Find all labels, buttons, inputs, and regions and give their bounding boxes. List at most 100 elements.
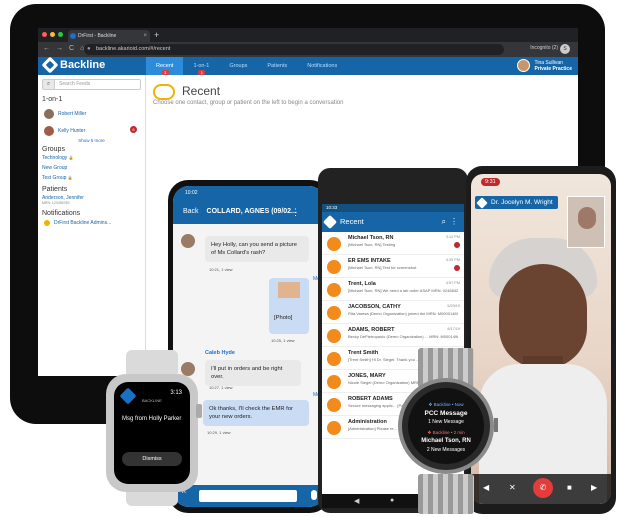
user-menu[interactable]: Tina Sullivan Private Practice <box>517 59 572 72</box>
item-preview: [Michael Tson, RN] Testing <box>348 242 396 247</box>
item-preview: [Michael Tson, RN] We need a lab order A… <box>348 288 458 293</box>
reload-icon[interactable]: C <box>69 45 74 52</box>
back-icon[interactable]: ◀ <box>354 497 359 505</box>
notification-detail: 2 New Messages <box>426 447 466 453</box>
tab-notifications[interactable]: Notifications <box>297 57 347 75</box>
sidebar-item-notification[interactable]: DrFirst Backline Admins... <box>38 217 145 229</box>
tab-patients[interactable]: Patients <box>257 57 297 75</box>
message-input[interactable] <box>199 490 297 502</box>
status-time: 10:33 <box>322 204 464 212</box>
new-tab-button[interactable]: + <box>154 28 159 42</box>
caller-name-badge: Dr. Jocelyn M. Wright <box>475 196 558 209</box>
chat-bubble-icon <box>327 283 341 297</box>
backline-logo-icon <box>119 387 137 405</box>
tab-notifications-label: Notifications <box>307 63 338 69</box>
unread-count-badge: 6 <box>130 126 137 133</box>
show-more-link[interactable]: Show 5 more <box>38 138 145 143</box>
patient-mrn: MRN: 123456789 <box>42 201 70 205</box>
end-call-button[interactable]: ✆ <box>533 478 553 498</box>
digital-crown[interactable] <box>196 404 202 418</box>
lock-icon: 🔒 <box>68 155 74 160</box>
tab-1-on-1[interactable]: 1-on-1 1 <box>183 57 219 75</box>
sun-icon <box>44 220 50 226</box>
watch-time: 3:13 <box>170 390 182 396</box>
tab-groups[interactable]: Groups <box>219 57 257 75</box>
microphone-icon[interactable] <box>311 490 317 500</box>
incognito-label[interactable]: Incognito (2) <box>530 45 558 51</box>
sidebar-item-contact[interactable]: Kelly Hunter 6 <box>38 120 145 137</box>
list-item[interactable]: Trent, Lola [Michael Tson, RN] We need a … <box>322 278 464 301</box>
back-arrow-icon[interactable]: ← <box>43 45 50 52</box>
back-button[interactable]: Back <box>183 208 199 215</box>
search-icon: ⌕ <box>43 80 55 89</box>
camera-icon[interactable]: ▶ <box>591 483 597 492</box>
tab-close-icon[interactable]: × <box>143 30 147 42</box>
item-name: ADAMS, ROBERT <box>348 327 395 333</box>
main-tabs: Recent 3 1-on-1 1 Groups Patients Notifi… <box>146 57 347 75</box>
sidebar-item-patient[interactable]: Anderson, Jennifer MRN: 123456789 <box>38 193 145 207</box>
search-input[interactable]: ⌕ Search Feeds <box>42 79 141 90</box>
notification-app-line: ❖ Backline • 2 min <box>427 430 465 435</box>
tab-recent[interactable]: Recent 3 <box>146 57 184 75</box>
profile-avatar[interactable]: S <box>560 44 570 54</box>
tab-1-on-1-badge: 1 <box>198 70 206 75</box>
app-header: Backline Recent 3 1-on-1 1 Groups Patien… <box>38 56 578 75</box>
more-icon[interactable]: ⋮ <box>291 207 300 218</box>
unread-dot <box>454 242 460 248</box>
dismiss-button[interactable]: Dismiss <box>122 452 182 466</box>
browser-tab[interactable]: DrFirst - Backline × <box>68 30 150 42</box>
item-name: JONES, MARY <box>348 373 386 379</box>
more-icon[interactable]: ⋮ <box>450 212 458 232</box>
camera-off-icon[interactable]: ■ <box>567 483 572 492</box>
section-groups: Groups <box>42 146 65 153</box>
chat-bubble-icon <box>327 237 341 251</box>
watch-band <box>418 474 474 514</box>
group-name: New Group <box>42 165 68 171</box>
item-time: 4:39 PM <box>445 258 460 262</box>
contact-name: Robert Miller <box>58 110 87 117</box>
sidebar-item-group[interactable]: Technology 🔒 <box>38 153 145 163</box>
sidebar-item-contact[interactable]: Robert Miller <box>38 103 145 120</box>
item-name: Michael Tson, RN <box>348 235 394 241</box>
list-item[interactable]: ADAMS, ROBERT Becky DePietropaolo (Demo O… <box>322 324 464 347</box>
list-item[interactable]: JACOBSON, CATHY Rita Varesa (Demo Organiz… <box>322 301 464 324</box>
backline-logo-icon <box>41 56 59 74</box>
url-field[interactable]: ● backline.akarioid.com/#/recent <box>84 44 504 55</box>
chat-bubble-icon <box>327 375 341 389</box>
chat-bubble-icon <box>327 398 341 412</box>
watch-message: Msg from Holly Parker <box>122 416 182 422</box>
maximize-window-icon[interactable] <box>58 32 63 37</box>
message-text: [Photo] <box>274 315 293 321</box>
watch-app-name: BACKLINE <box>142 398 162 403</box>
home-icon[interactable]: ● <box>390 497 394 504</box>
lock-icon: 🔒 <box>67 175 73 180</box>
watch-button[interactable] <box>494 418 498 432</box>
minimize-window-icon[interactable] <box>50 32 55 37</box>
message-bubble[interactable]: [Photo] <box>269 278 309 334</box>
smartwatch-device: ❖ Backline • Now PCC Message 1 New Messa… <box>396 348 498 514</box>
section-notifications: Notifications <box>42 210 81 217</box>
chat-bubble-icon <box>327 329 341 343</box>
list-item[interactable]: ER EMS INTAKE [Michael Tson, RN] Test for… <box>322 255 464 278</box>
close-window-icon[interactable] <box>42 32 47 37</box>
self-view-video[interactable] <box>567 196 605 248</box>
watch-face: ❖ Backline • Now PCC Message 1 New Messa… <box>408 388 484 464</box>
message-meta: 10:29, 1 view <box>207 430 231 435</box>
message-sender: Caleb Hyde <box>205 350 235 356</box>
header-title: Recent <box>340 217 364 226</box>
sidebar-item-group[interactable]: Test Group 🔒 <box>38 173 145 183</box>
lock-icon: ● <box>87 46 91 52</box>
mute-icon[interactable]: ✕ <box>509 483 516 492</box>
forward-arrow-icon[interactable]: → <box>56 45 63 52</box>
search-icon[interactable]: ⌕ <box>442 212 446 232</box>
item-name: ER EMS INTAKE <box>348 258 391 264</box>
sidebar-item-group[interactable]: New Group <box>38 163 145 173</box>
tab-recent-badge: 3 <box>161 70 169 75</box>
backline-logo[interactable]: Backline <box>41 56 105 74</box>
message-bubble: Ok thanks, I'll check the EMR for your n… <box>203 400 309 426</box>
group-name: Test Group <box>42 175 67 181</box>
apple-watch-device: 3:13 BACKLINE Msg from Holly Parker Dism… <box>106 350 202 506</box>
list-item[interactable]: Michael Tson, RN [Michael Tson, RN] Testi… <box>322 232 464 255</box>
watch-body: 3:13 BACKLINE Msg from Holly Parker Dism… <box>106 374 198 492</box>
notification-title: PCC Message <box>424 410 468 417</box>
